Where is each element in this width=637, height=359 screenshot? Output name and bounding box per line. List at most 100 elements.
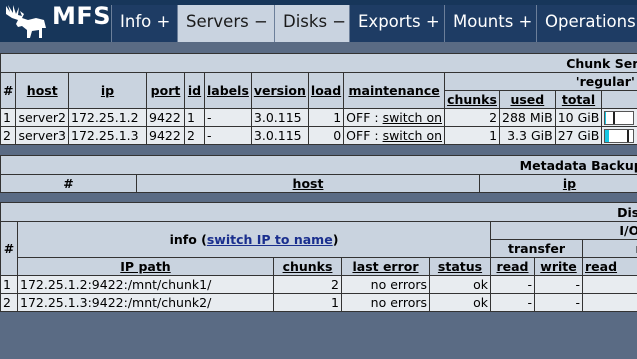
- last-error-cell: no errors: [341, 275, 430, 294]
- chunk-servers-title: Chunk Serve: [0, 53, 637, 73]
- col-maintenance[interactable]: maintenance: [343, 72, 446, 109]
- load-cell: 0: [307, 126, 345, 145]
- read-cell: -: [490, 275, 535, 294]
- maintenance-state: OFF :: [346, 128, 379, 143]
- col-host[interactable]: host: [136, 174, 480, 193]
- host-cell: server2: [15, 108, 70, 127]
- col-num: #: [0, 221, 18, 276]
- disks-title: Disks: [0, 202, 637, 222]
- row-num: 2: [0, 293, 18, 312]
- chunks-cell: 1: [273, 293, 342, 312]
- metadata-backup-table: Metadata Backup L # host ip: [0, 155, 637, 193]
- table-row: 1 172.25.1.2:9422:/mnt/chunk1/ 2 no erro…: [0, 275, 637, 294]
- disks-table: Disks # info (switch IP to name) I/O st …: [0, 202, 637, 312]
- col-ip-path[interactable]: IP path: [17, 257, 274, 276]
- version-cell: 3.0.115: [250, 108, 309, 127]
- switch-on-link[interactable]: switch on: [383, 128, 442, 143]
- transfer-header: transfer: [490, 239, 583, 258]
- write-cell: -: [534, 293, 583, 312]
- chunk-servers-table: Chunk Serve # host ip port id labels ver…: [0, 53, 637, 145]
- col-version[interactable]: version: [250, 72, 309, 109]
- col-num: #: [0, 72, 17, 109]
- regular-hdd-group: 'regular' hd: [444, 72, 637, 91]
- row-num: 1: [0, 275, 18, 294]
- usage-bar-cell: [601, 108, 637, 127]
- usage-bar-cell: [601, 126, 637, 145]
- col-usage-bar: [601, 90, 637, 109]
- col-total[interactable]: total: [554, 90, 603, 109]
- ip-cell: 172.25.1.3: [68, 126, 148, 145]
- io-stats-header: I/O st: [490, 221, 637, 240]
- col-ip[interactable]: ip: [68, 72, 148, 109]
- metadata-backup-title: Metadata Backup L: [0, 155, 637, 175]
- max-time-header: ma: [582, 239, 637, 258]
- read-max-cell: [582, 275, 637, 294]
- col-write[interactable]: write: [534, 257, 583, 276]
- id-cell: 2: [184, 126, 206, 145]
- col-chunks[interactable]: chunks: [273, 257, 342, 276]
- labels-cell: -: [204, 126, 252, 145]
- tab-operations[interactable]: Operations: [536, 5, 637, 42]
- tab-disks[interactable]: Disks −: [274, 5, 349, 42]
- moose-icon: [6, 5, 46, 38]
- col-num: #: [0, 174, 137, 193]
- col-used[interactable]: used: [499, 90, 556, 109]
- row-num: 2: [0, 126, 17, 145]
- chunk-servers-panel: Chunk Serve # host ip port id labels ver…: [0, 53, 637, 145]
- maintenance-cell: OFF : switch on: [343, 126, 446, 145]
- read-max-cell: [582, 293, 637, 312]
- status-cell: ok: [429, 293, 491, 312]
- chunks-cell: 1: [444, 126, 501, 145]
- id-cell: 1: [184, 108, 206, 127]
- col-load[interactable]: load: [307, 72, 345, 109]
- ip-path-cell: 172.25.1.2:9422:/mnt/chunk1/: [17, 275, 274, 294]
- disks-info-header: info (switch IP to name): [17, 221, 491, 258]
- disks-panel: Disks # info (switch IP to name) I/O st …: [0, 202, 637, 312]
- used-cell: 3.3 GiB: [499, 126, 556, 145]
- version-cell: 3.0.115: [250, 126, 309, 145]
- col-chunks[interactable]: chunks: [444, 90, 501, 109]
- table-row: 2 172.25.1.3:9422:/mnt/chunk2/ 1 no erro…: [0, 293, 637, 312]
- logo-text: MFS: [52, 2, 112, 30]
- port-cell: 9422: [146, 108, 186, 127]
- top-navigation-bar: MFS Info + Servers − Disks − Exports + M…: [0, 0, 637, 42]
- table-row: 1 server2 172.25.1.2 9422 1 - 3.0.115 1 …: [0, 108, 637, 127]
- col-read[interactable]: read: [490, 257, 535, 276]
- used-cell: 288 MiB: [499, 108, 556, 127]
- maintenance-state: OFF :: [346, 110, 379, 125]
- col-labels[interactable]: labels: [204, 72, 252, 109]
- col-last-error[interactable]: last error: [341, 257, 430, 276]
- tab-servers[interactable]: Servers −: [177, 5, 274, 42]
- ip-path-cell: 172.25.1.3:9422:/mnt/chunk2/: [17, 293, 274, 312]
- total-cell: 10 GiB: [554, 108, 603, 127]
- tab-exports[interactable]: Exports +: [349, 5, 444, 42]
- usage-bar: [604, 111, 635, 126]
- tab-info[interactable]: Info +: [111, 5, 177, 42]
- switch-on-link[interactable]: switch on: [383, 110, 442, 125]
- write-cell: -: [534, 275, 583, 294]
- maintenance-cell: OFF : switch on: [343, 108, 446, 127]
- chunks-cell: 2: [444, 108, 501, 127]
- col-ip[interactable]: ip: [479, 174, 637, 193]
- row-num: 1: [0, 108, 17, 127]
- col-status[interactable]: status: [429, 257, 491, 276]
- total-cell: 27 GiB: [554, 126, 603, 145]
- col-port[interactable]: port: [146, 72, 186, 109]
- switch-ip-to-name-link[interactable]: switch IP to name: [207, 232, 333, 247]
- last-error-cell: no errors: [341, 293, 430, 312]
- table-row: 2 server3 172.25.1.3 9422 2 - 3.0.115 0 …: [0, 126, 637, 145]
- col-id[interactable]: id: [184, 72, 206, 109]
- tab-mounts[interactable]: Mounts +: [444, 5, 536, 42]
- load-cell: 1: [307, 108, 345, 127]
- usage-bar: [604, 129, 635, 144]
- read-cell: -: [490, 293, 535, 312]
- labels-cell: -: [204, 108, 252, 127]
- col-read-max[interactable]: read: [582, 257, 637, 276]
- ip-cell: 172.25.1.2: [68, 108, 148, 127]
- status-cell: ok: [429, 275, 491, 294]
- mfs-logo[interactable]: MFS: [0, 0, 111, 42]
- metadata-backup-panel: Metadata Backup L # host ip: [0, 155, 637, 193]
- host-cell: server3: [15, 126, 70, 145]
- col-host[interactable]: host: [15, 72, 70, 109]
- port-cell: 9422: [146, 126, 186, 145]
